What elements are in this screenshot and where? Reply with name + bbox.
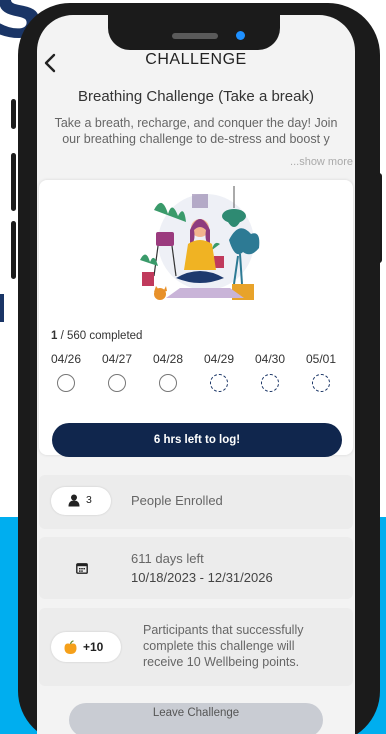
day-label: 04/30 (254, 352, 286, 366)
apple-icon (64, 640, 77, 654)
phone-volume-down (11, 221, 16, 279)
app-screen: CHALLENGE Breathing Challenge (Take a br… (37, 15, 355, 734)
enrolled-count-pill: 3 (51, 487, 111, 515)
log-button[interactable]: 6 hrs left to log! (52, 423, 342, 457)
date-range: 10/18/2023 - 12/31/2026 (131, 570, 273, 585)
reward-line-1: Participants that successfully (143, 623, 304, 637)
reward-row: +10 Participants that successfully compl… (39, 608, 353, 686)
days-left: 611 days left (131, 551, 204, 566)
phone-mute-switch (11, 99, 16, 129)
day-tracker: 04/26 04/27 04/28 04/29 04/30 05/01 (43, 352, 353, 412)
enrolled-label: People Enrolled (131, 493, 223, 508)
phone-power-button (376, 173, 382, 263)
page-title: CHALLENGE (145, 51, 247, 68)
description-line-1: Take a breath, recharge, and conquer the… (54, 116, 338, 130)
challenge-description: Take a breath, recharge, and conquer the… (37, 115, 355, 147)
reward-line-3: receive 10 Wellbeing points. (143, 655, 300, 669)
progress-card (39, 180, 353, 455)
meditation-illustration (140, 186, 260, 300)
day-item: 04/30 (247, 352, 293, 392)
completed-count: 1 / 560 completed (51, 330, 142, 342)
day-checkbox[interactable] (57, 374, 75, 392)
reward-description: Participants that successfully complete … (143, 622, 304, 670)
description-line-2: our breathing challenge to de-stress and… (62, 132, 330, 146)
speaker-grille (172, 33, 218, 39)
day-item[interactable]: 04/28 (145, 352, 191, 392)
challenge-title: Breathing Challenge (Take a break) (78, 88, 314, 105)
day-checkbox[interactable] (159, 374, 177, 392)
day-checkbox-future (210, 374, 228, 392)
day-item[interactable]: 04/26 (43, 352, 89, 392)
day-item[interactable]: 04/27 (94, 352, 140, 392)
enrolled-count: 3 (86, 494, 92, 506)
completed-suffix: / 560 completed (57, 330, 143, 342)
calendar-icon (76, 563, 88, 574)
day-item: 04/29 (196, 352, 242, 392)
day-label: 04/29 (203, 352, 235, 366)
day-checkbox-future (312, 374, 330, 392)
duration-row: 611 days left 10/18/2023 - 12/31/2026 (39, 537, 353, 599)
day-label: 04/28 (152, 352, 184, 366)
points-pill: +10 (51, 632, 121, 662)
day-label: 04/27 (101, 352, 133, 366)
leave-challenge-label: Leave Challenge (152, 707, 240, 719)
person-icon (68, 494, 80, 507)
backdrop-accent-bar (0, 294, 4, 322)
leave-challenge-button[interactable]: Leave Challenge (69, 703, 323, 734)
day-checkbox[interactable] (108, 374, 126, 392)
reward-line-2: complete this challenge will (143, 639, 295, 653)
day-label: 05/01 (305, 352, 337, 366)
points-value: +10 (83, 640, 104, 654)
enrolled-row: 3 People Enrolled (39, 475, 353, 529)
show-more-link[interactable]: ...show more (290, 156, 353, 168)
phone-notch (108, 15, 280, 50)
day-checkbox-future (261, 374, 279, 392)
camera-dot (236, 31, 245, 40)
phone-frame: CHALLENGE Breathing Challenge (Take a br… (11, 3, 382, 734)
phone-volume-up (11, 153, 16, 211)
day-item: 05/01 (298, 352, 344, 392)
day-label: 04/26 (50, 352, 82, 366)
